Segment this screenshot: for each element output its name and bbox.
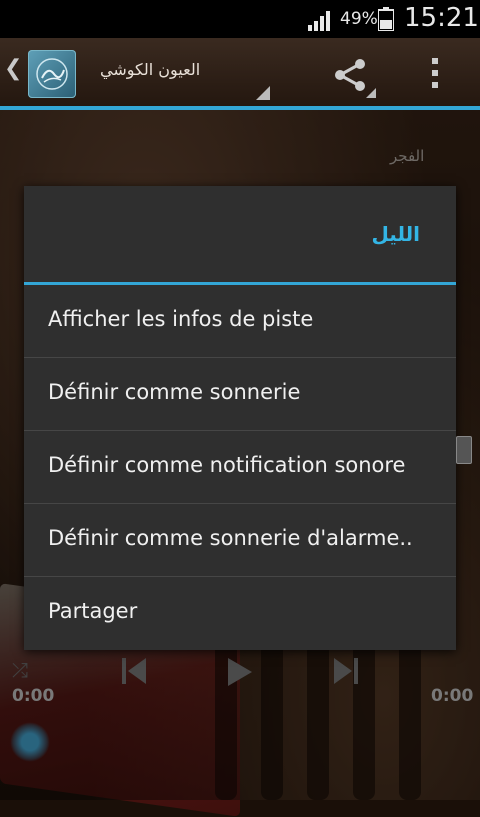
status-bar: 49% 15:21 bbox=[0, 0, 480, 38]
app-logo-icon[interactable] bbox=[28, 50, 76, 98]
menu-item-set-alarm[interactable]: Définir comme sonnerie d'alarme.. bbox=[24, 504, 456, 577]
menu-item-set-notification[interactable]: Définir comme notification sonore bbox=[24, 431, 456, 504]
menu-item-label: Définir comme sonnerie d'alarme.. bbox=[48, 526, 413, 550]
action-bar: ❮ العيون الكوشي bbox=[0, 38, 480, 110]
clock: 15:21 bbox=[404, 3, 479, 33]
dialog-title-bar: الليل bbox=[24, 186, 456, 285]
menu-item-label: Définir comme sonnerie bbox=[48, 380, 301, 404]
app-title: العيون الكوشي bbox=[100, 60, 201, 79]
overflow-menu-icon[interactable] bbox=[430, 56, 440, 90]
menu-item-label: Afficher les infos de piste bbox=[48, 307, 314, 331]
menu-item-set-ringtone[interactable]: Définir comme sonnerie bbox=[24, 358, 456, 431]
battery-icon bbox=[378, 7, 394, 31]
toggle-switch[interactable] bbox=[456, 436, 472, 464]
signal-icon bbox=[308, 11, 330, 31]
share-icon[interactable] bbox=[334, 58, 368, 92]
spinner-indicator bbox=[366, 88, 376, 98]
spinner-indicator bbox=[256, 86, 270, 100]
track-options-dialog: الليل Afficher les infos de piste Défini… bbox=[24, 186, 456, 650]
menu-item-label: Partager bbox=[48, 599, 138, 623]
menu-item-share[interactable]: Partager bbox=[24, 577, 456, 649]
menu-item-track-info[interactable]: Afficher les infos de piste bbox=[24, 285, 456, 358]
menu-item-label: Définir comme notification sonore bbox=[48, 453, 406, 477]
dialog-title: الليل bbox=[371, 222, 420, 246]
back-chevron-icon[interactable]: ❮ bbox=[4, 56, 22, 81]
battery-percent: 49% bbox=[340, 9, 378, 29]
